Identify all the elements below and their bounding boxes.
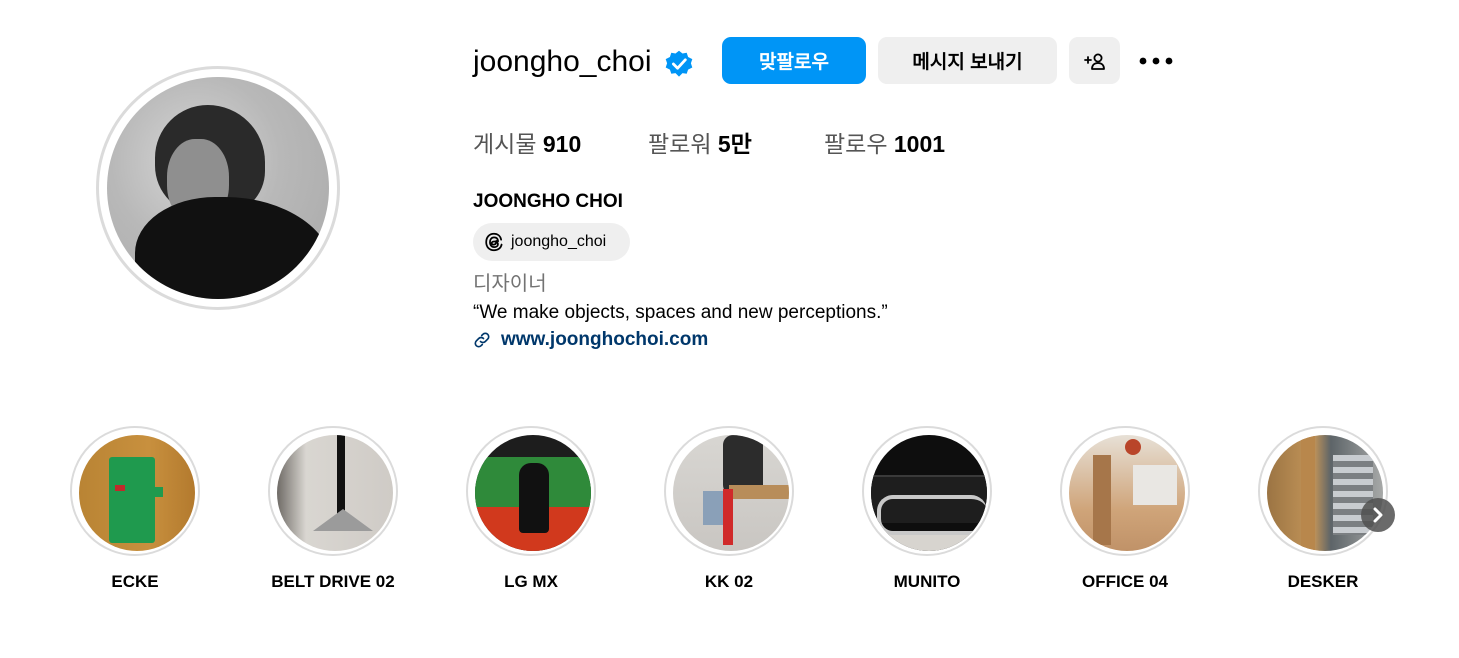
highlight-label: MUNITO	[893, 572, 961, 591]
website-link-text: www.joonghochoi.com	[501, 329, 709, 350]
highlight-ring	[70, 426, 200, 556]
stat-following[interactable]: 팔로우 1001	[824, 128, 945, 160]
highlight-label: LG MX	[504, 572, 558, 591]
profile-avatar[interactable]	[96, 66, 340, 310]
highlight-cover	[1069, 435, 1185, 551]
link-icon	[474, 332, 490, 348]
stat-followers-value: 5만	[717, 131, 752, 157]
profile-full-name: JOONGHO CHOI	[473, 191, 623, 212]
website-link[interactable]: www.joonghochoi.com	[473, 326, 708, 354]
highlight-ring	[664, 426, 794, 556]
profile-username: joongho_choi	[473, 45, 652, 78]
highlight-cover	[871, 435, 987, 551]
profile-category: 디자이너	[473, 273, 547, 295]
more-options-icon	[1139, 57, 1173, 65]
highlight-ring	[466, 426, 596, 556]
highlight-ring	[268, 426, 398, 556]
stat-posts: 게시물 910	[473, 128, 581, 160]
stat-followers[interactable]: 팔로워 5만	[648, 128, 752, 160]
add-person-icon	[1083, 53, 1105, 70]
profile-bio: “We make objects, spaces and new percept…	[473, 302, 888, 323]
avatar-hoodie-shape	[135, 197, 329, 299]
highlight-cover	[475, 435, 591, 551]
highlight-label: OFFICE 04	[1082, 572, 1168, 591]
stat-following-value: 1001	[893, 131, 946, 157]
verified-badge-icon	[665, 50, 693, 77]
follow-back-button[interactable]: 맞팔로우	[722, 37, 866, 84]
highlight-label: ECKE	[111, 572, 159, 591]
threads-badge[interactable]: joongho_choi	[473, 223, 630, 261]
more-options-button[interactable]	[1134, 43, 1178, 79]
avatar-photo	[107, 77, 329, 299]
highlight-label: BELT DRIVE 02	[271, 572, 395, 591]
highlight-cover	[673, 435, 789, 551]
stat-followers-label: 팔로워	[648, 131, 712, 157]
stat-posts-value: 910	[542, 131, 582, 157]
highlight-cover	[1267, 435, 1383, 551]
threads-handle: joongho_choi	[511, 233, 607, 250]
highlight-ring	[1060, 426, 1190, 556]
highlight-label: DESKER	[1287, 572, 1359, 591]
highlight-cover	[79, 435, 195, 551]
threads-icon	[485, 232, 503, 252]
add-user-button[interactable]	[1069, 37, 1120, 84]
stat-following-label: 팔로우	[824, 131, 888, 157]
stat-posts-label: 게시물	[473, 131, 537, 157]
highlight-ring	[1258, 426, 1388, 556]
highlights-next-button[interactable]	[1361, 498, 1395, 532]
highlight-cover	[277, 435, 393, 551]
chevron-right-icon	[1373, 507, 1383, 523]
highlight-label: KK 02	[704, 572, 754, 591]
highlight-ring	[862, 426, 992, 556]
send-message-button[interactable]: 메시지 보내기	[878, 37, 1057, 84]
